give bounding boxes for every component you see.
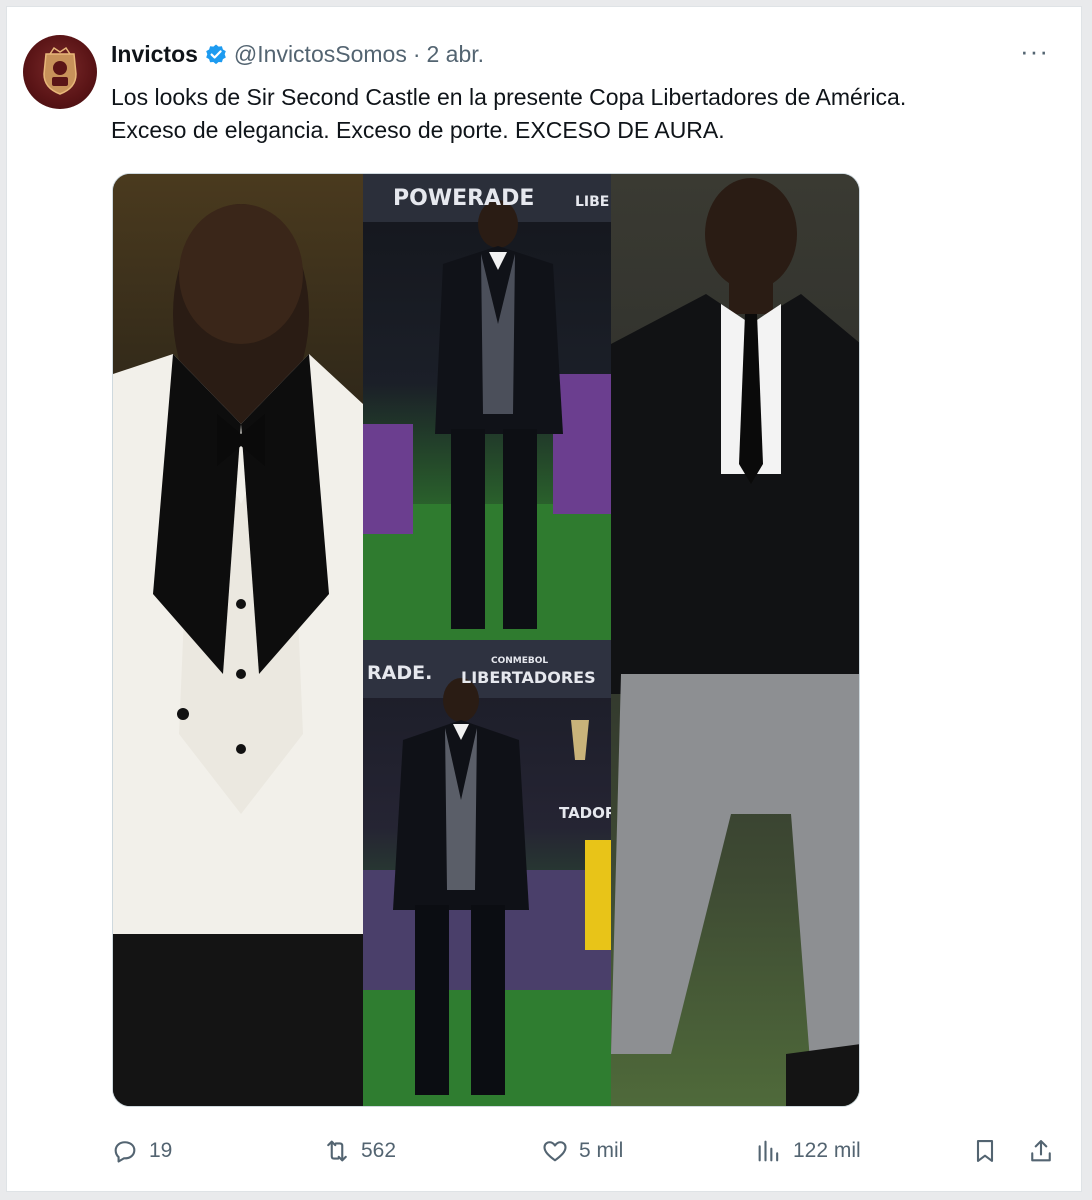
media-grid[interactable]: POWERADE LIBE RADE. CONMEBOL LIBERTADORE… [112,173,860,1107]
bookmark-icon [976,1140,994,1162]
retweet-count: 562 [361,1139,397,1162]
share-button[interactable] [1027,1131,1055,1171]
more-options-icon[interactable]: ··· [1020,38,1049,64]
photo-white-tuxedo[interactable] [113,174,363,1106]
separator-dot: · [412,41,421,67]
sponsor-banner-text-2: RADE. [367,662,433,684]
tweet-card[interactable]: Invictos @InvictosSomos · 2 abr. ··· Los… [6,6,1082,1192]
sponsor-banner-text: POWERADE [393,186,535,211]
author-name[interactable]: Invictos [111,41,198,68]
heart-icon [543,1141,567,1162]
views-chart-icon [758,1140,779,1162]
retweet-button[interactable]: 562 [323,1131,396,1171]
tweet-actions: 19 562 5 mil 122 mil [111,1131,1061,1171]
conmebol-banner-text: CONMEBOL [491,656,549,666]
tweet-text: Los looks de Sir Second Castle en la pre… [111,81,1061,147]
photo-white-tuxedo-illustration [113,204,363,1106]
libertadores-banner-text: LIBE [575,194,610,210]
bookmark-button[interactable] [971,1131,999,1171]
tweet-text-line-1: Los looks de Sir Second Castle en la pre… [111,84,907,110]
verified-badge-icon [206,44,226,64]
reply-icon [114,1141,136,1163]
tweet-header: Invictos @InvictosSomos · 2 abr. [111,41,484,68]
photo-dark-tuxedo-libertadores-illustration [363,640,611,1106]
invictos-logo-icon [43,46,77,95]
libertadores-side-text: TADOR [559,804,611,822]
author-handle[interactable]: @InvictosSomos [234,41,407,68]
views-button[interactable]: 122 mil [755,1131,861,1171]
tweet-text-line-2: Exceso de elegancia. Exceso de porte. EX… [111,117,725,143]
like-button[interactable]: 5 mil [541,1131,623,1171]
post-date[interactable]: 2 abr. [427,41,485,68]
libertadores-banner-text-2: LIBERTADORES [461,668,596,687]
photo-dark-tuxedo-libertadores[interactable]: RADE. CONMEBOL LIBERTADORES TADOR [363,640,611,1106]
photo-dark-suit-field-illustration [363,174,611,640]
reply-button[interactable]: 19 [111,1131,172,1171]
photo-black-suit-grey-trousers[interactable] [611,174,859,1106]
reply-count: 19 [149,1139,173,1162]
retweet-icon [327,1140,347,1162]
avatar[interactable] [23,35,97,109]
share-icon [1031,1140,1051,1162]
photo-dark-suit-field[interactable]: POWERADE LIBE [363,174,611,640]
photo-black-suit-grey-trousers-illustration [611,178,859,1106]
views-count: 122 mil [793,1139,861,1162]
like-count: 5 mil [579,1139,624,1162]
